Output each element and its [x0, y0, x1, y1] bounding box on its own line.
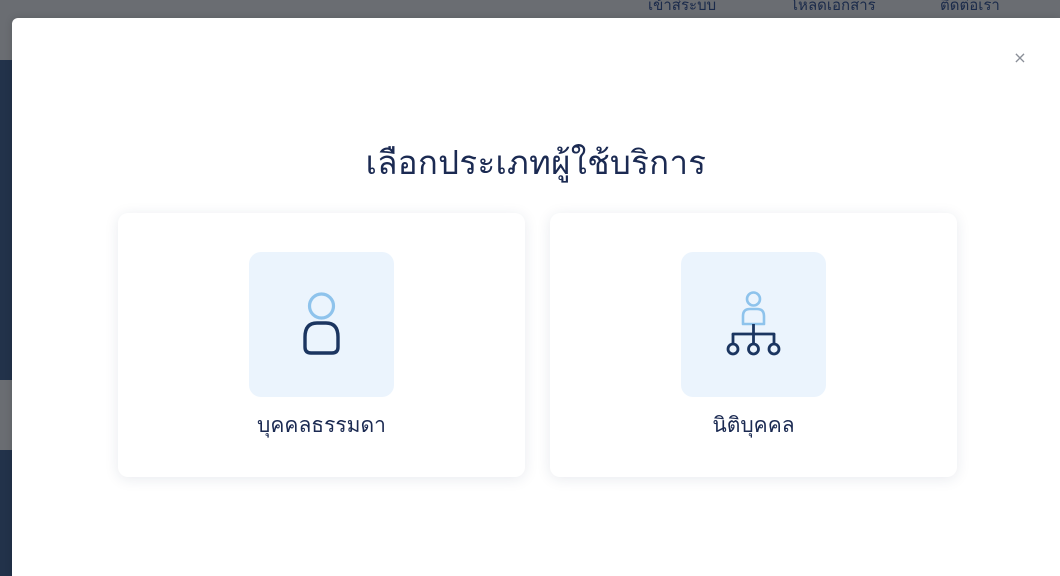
background-nav-item: โหลดเอกสาร — [790, 0, 876, 10]
option-card-individual[interactable]: บุคคลธรรมดา — [118, 213, 525, 477]
user-type-modal: × เลือกประเภทผู้ใช้บริการ บุคคลธรรมดา นิ… — [12, 18, 1060, 576]
background-nav: เข้าสู่ระบบ โหลดเอกสาร ติดต่อเรา — [640, 0, 1060, 10]
modal-title: เลือกประเภทผู้ใช้บริการ — [365, 143, 707, 182]
icon-tile — [681, 252, 826, 397]
option-card-juristic[interactable]: นิติบุคคล — [550, 213, 957, 477]
close-button[interactable]: × — [1010, 48, 1030, 68]
background-nav-item: ติดต่อเรา — [940, 0, 1000, 10]
icon-tile — [249, 252, 394, 397]
person-icon — [303, 292, 340, 355]
background-strip — [0, 450, 12, 576]
option-label: นิติบุคคล — [712, 413, 795, 437]
background-strip — [0, 60, 12, 380]
organization-icon — [726, 291, 781, 356]
option-label: บุคคลธรรมดา — [257, 413, 386, 437]
background-nav-item: เข้าสู่ระบบ — [648, 0, 717, 10]
